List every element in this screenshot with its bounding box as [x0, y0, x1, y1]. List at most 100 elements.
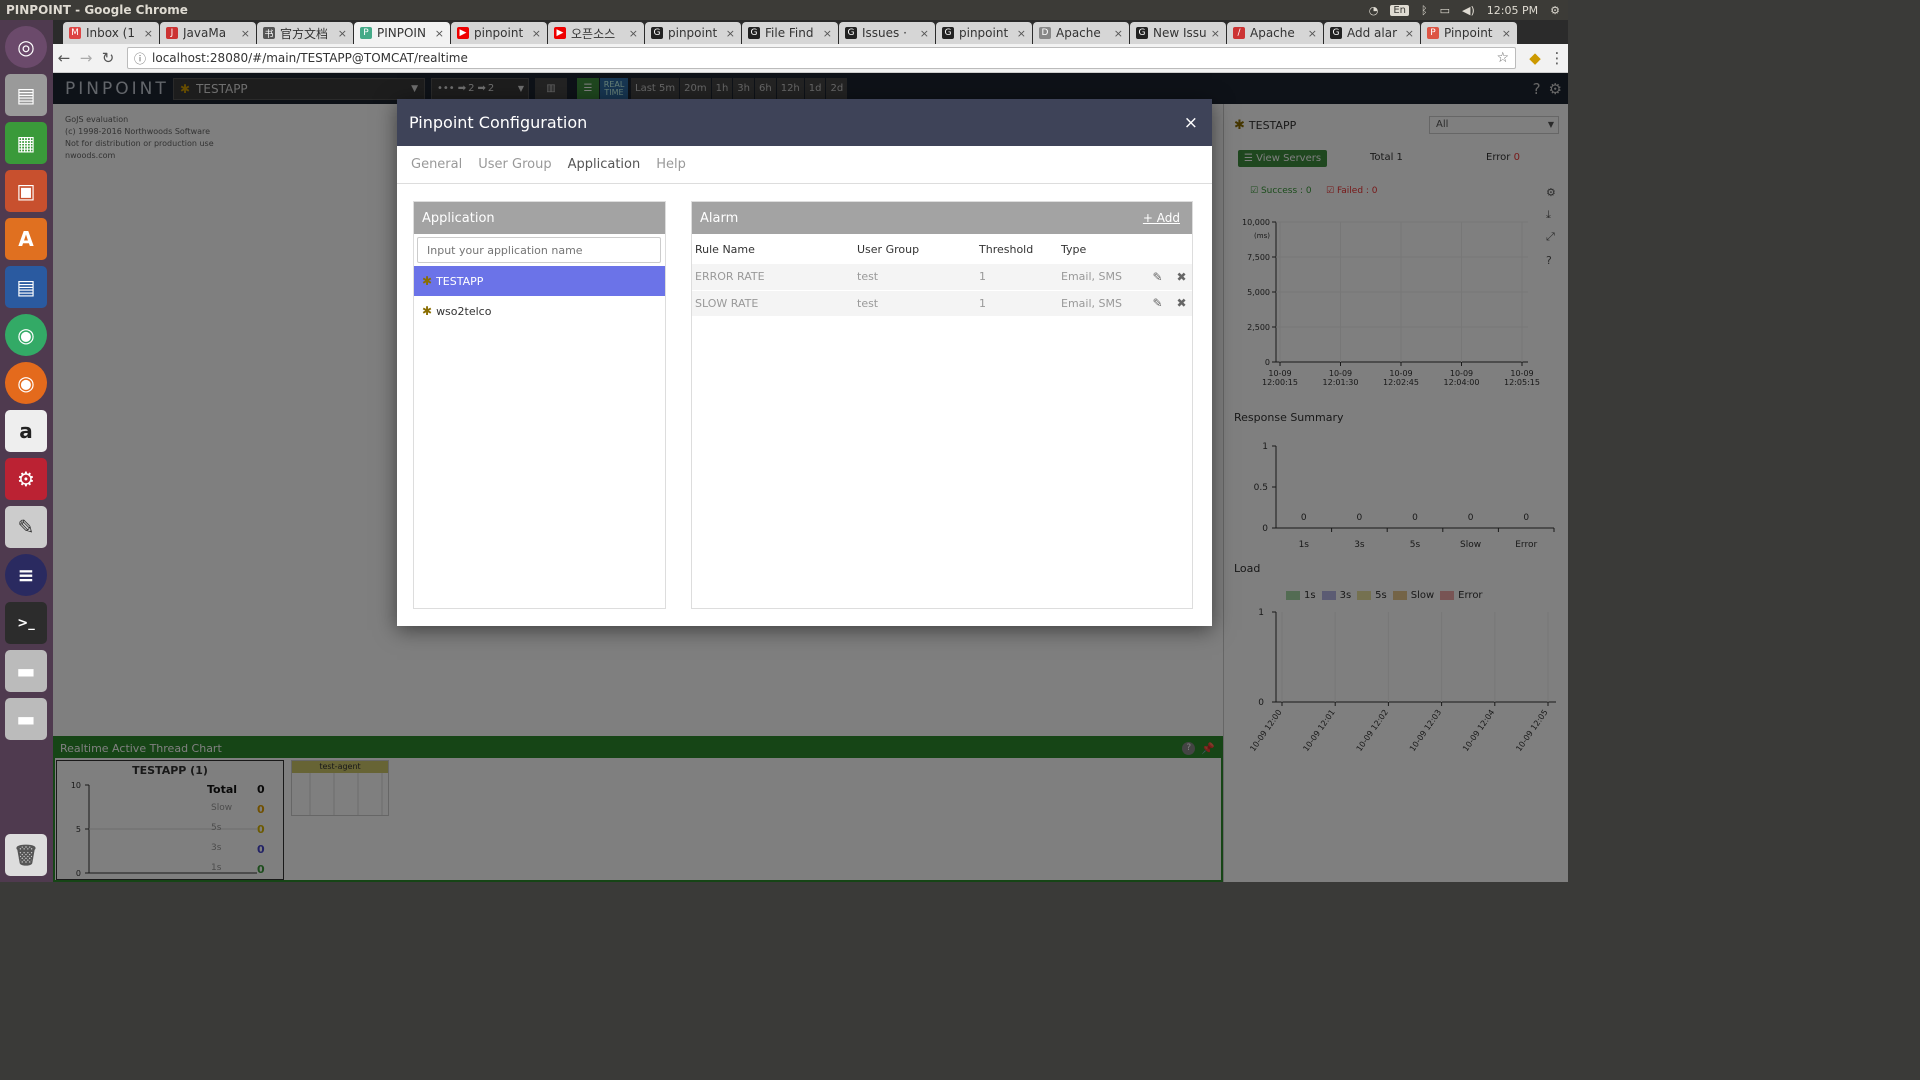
- browser-tab[interactable]: P Pinpoint ×: [1421, 22, 1517, 44]
- tab-close-icon[interactable]: ×: [920, 27, 929, 40]
- tab-title: Inbox (1: [86, 26, 135, 40]
- alarm-user-group: test: [854, 290, 976, 317]
- wifi-icon[interactable]: ◔: [1369, 4, 1379, 17]
- drive-icon-2[interactable]: ▬: [5, 698, 47, 740]
- alarm-threshold: 1: [976, 290, 1058, 317]
- tab-favicon-icon: J: [166, 27, 178, 39]
- application-list-item[interactable]: ✱ TESTAPP: [414, 266, 665, 296]
- bookmark-star-icon[interactable]: ☆: [1496, 50, 1509, 66]
- terminal-icon[interactable]: >_: [5, 602, 47, 644]
- volume-icon[interactable]: ◀): [1462, 4, 1475, 17]
- extension-icon[interactable]: ◆: [1524, 49, 1546, 67]
- presentation-icon[interactable]: ▣: [5, 170, 47, 212]
- tab-favicon-icon: 书: [263, 27, 275, 40]
- tab-close-icon[interactable]: ×: [435, 27, 444, 40]
- firefox-icon[interactable]: ◉: [5, 362, 47, 404]
- address-bar: ← → ↻ ⓘ localhost:28080/#/main/TESTAPP@T…: [53, 44, 1568, 73]
- reload-icon[interactable]: ↻: [97, 49, 119, 67]
- tab-close-icon[interactable]: ×: [629, 27, 638, 40]
- browser-tab[interactable]: D Apache ×: [1033, 22, 1129, 44]
- tab-close-icon[interactable]: ×: [144, 27, 153, 40]
- close-icon[interactable]: ×: [1184, 113, 1198, 133]
- browser-tab[interactable]: G Add alar ×: [1324, 22, 1420, 44]
- tab-favicon-icon: G: [748, 27, 760, 39]
- add-alarm-button[interactable]: + Add: [1143, 211, 1180, 225]
- tab-favicon-icon: ▶: [457, 27, 469, 39]
- tab-favicon-icon: G: [651, 27, 663, 39]
- amazon-icon[interactable]: a: [5, 410, 47, 452]
- text-editor-icon[interactable]: ✎: [5, 506, 47, 548]
- browser-tab[interactable]: Gpinpoint ×: [645, 22, 741, 44]
- trash-icon[interactable]: 🗑: [5, 834, 47, 876]
- tab-title: Issues ·: [862, 26, 907, 40]
- tab-title: Pinpoint: [1444, 26, 1493, 40]
- app-type-icon: ✱: [422, 274, 433, 288]
- browser-tab[interactable]: G New Issu ×: [1130, 22, 1226, 44]
- alarm-type: Email, SMS: [1058, 264, 1144, 291]
- writer-icon[interactable]: ▤: [5, 266, 47, 308]
- keyboard-layout-indicator[interactable]: En: [1390, 4, 1410, 16]
- browser-tab[interactable]: M Inbox (1 ×: [63, 22, 159, 44]
- tab-close-icon[interactable]: ×: [532, 27, 541, 40]
- tab-close-icon[interactable]: ×: [1405, 27, 1414, 40]
- browser-tab[interactable]: J JavaMa ×: [160, 22, 256, 44]
- menu-icon[interactable]: ⋮: [1546, 49, 1568, 67]
- tab-close-icon[interactable]: ×: [1308, 27, 1317, 40]
- browser-tab[interactable]: G File Find ×: [742, 22, 838, 44]
- system-settings-icon[interactable]: ⚙: [5, 458, 47, 500]
- application-search-input[interactable]: [417, 237, 661, 263]
- browser-tab[interactable]: 书官方文档 ×: [257, 22, 353, 44]
- url-text: localhost:28080/#/main/TESTAPP@TOMCAT/re…: [152, 51, 468, 65]
- tab-close-icon[interactable]: ×: [726, 27, 735, 40]
- files-icon[interactable]: ▤: [5, 74, 47, 116]
- alarm-threshold: 1: [976, 264, 1058, 291]
- tab-close-icon[interactable]: ×: [823, 27, 832, 40]
- alarm-row: ERROR RATE test 1 Email, SMS ✎ ✖: [692, 264, 1192, 291]
- browser-tab[interactable]: ▶ pinpoint ×: [451, 22, 547, 44]
- edit-pencil-icon[interactable]: ✎: [1144, 290, 1168, 317]
- url-field[interactable]: ⓘ localhost:28080/#/main/TESTAPP@TOMCAT/…: [127, 47, 1516, 69]
- unity-launcher: ◎ ▤ ▦ ▣ A ▤ ◉ ◉ a ⚙ ✎ ≡ >_ ▬ ▬ 🗑: [0, 20, 53, 882]
- tab-title: Apache: [1250, 26, 1295, 40]
- edit-pencil-icon[interactable]: ✎: [1144, 264, 1168, 291]
- ubuntu-dash-icon[interactable]: ◎: [5, 26, 47, 68]
- application-name: wso2telco: [436, 304, 492, 318]
- tab-title: New Issu: [1153, 26, 1207, 40]
- spreadsheet-icon[interactable]: ▦: [5, 122, 47, 164]
- tab-close-icon[interactable]: ×: [1502, 27, 1511, 40]
- browser-tab[interactable]: Gpinpoint ×: [936, 22, 1032, 44]
- tab-help[interactable]: Help: [656, 157, 686, 172]
- back-icon[interactable]: ←: [53, 49, 75, 67]
- eclipse-icon[interactable]: ≡: [5, 554, 47, 596]
- browser-tab[interactable]: / Apache ×: [1227, 22, 1323, 44]
- tab-general[interactable]: General: [411, 157, 462, 172]
- tab-favicon-icon: P: [360, 27, 372, 39]
- tab-application[interactable]: Application: [568, 157, 641, 172]
- info-icon[interactable]: ⓘ: [134, 50, 146, 67]
- battery-icon[interactable]: ▭: [1440, 4, 1450, 17]
- application-list-item[interactable]: ✱ wso2telco: [414, 296, 665, 326]
- drive-icon[interactable]: ▬: [5, 650, 47, 692]
- chrome-icon[interactable]: ◉: [5, 314, 47, 356]
- application-name: TESTAPP: [436, 274, 484, 288]
- bluetooth-icon[interactable]: ᛒ: [1421, 4, 1428, 17]
- application-panel-title: Application: [414, 202, 665, 234]
- tab-close-icon[interactable]: ×: [1114, 27, 1123, 40]
- tab-close-icon[interactable]: ×: [1211, 27, 1220, 40]
- clock[interactable]: 12:05 PM: [1487, 4, 1538, 17]
- tab-close-icon[interactable]: ×: [338, 27, 347, 40]
- modal-title: Pinpoint Configuration: [409, 113, 588, 132]
- settings-gear-icon[interactable]: ⚙: [1550, 4, 1560, 17]
- tab-close-icon[interactable]: ×: [241, 27, 250, 40]
- browser-tab[interactable]: P PINPOIN ×: [354, 22, 450, 44]
- alarm-type: Email, SMS: [1058, 290, 1144, 317]
- forward-icon[interactable]: →: [75, 49, 97, 67]
- delete-x-icon[interactable]: ✖: [1168, 264, 1192, 291]
- tab-close-icon[interactable]: ×: [1017, 27, 1026, 40]
- software-center-icon[interactable]: A: [5, 218, 47, 260]
- browser-tab[interactable]: G Issues · ×: [839, 22, 935, 44]
- tab-user-group[interactable]: User Group: [478, 157, 551, 172]
- delete-x-icon[interactable]: ✖: [1168, 290, 1192, 317]
- browser-tab[interactable]: ▶ 오픈소스 ×: [548, 22, 644, 44]
- app-type-icon: ✱: [422, 304, 433, 318]
